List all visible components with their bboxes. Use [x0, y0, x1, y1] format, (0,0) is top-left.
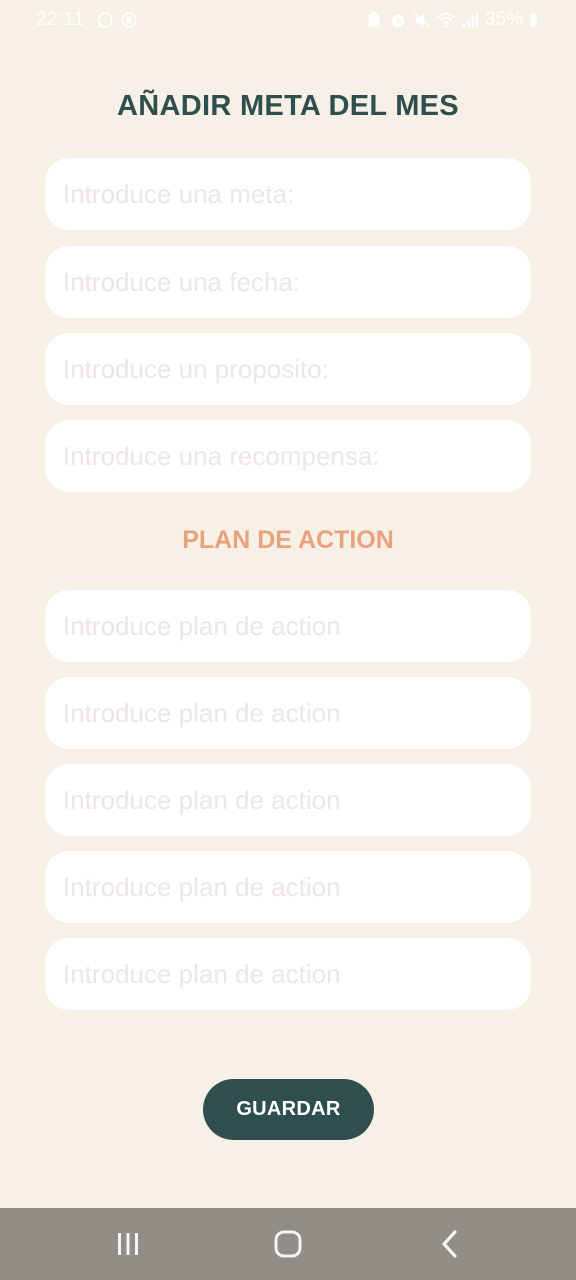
- back-icon: [442, 1230, 457, 1258]
- status-left-icons: [96, 11, 138, 29]
- plan-section-title: PLAN DE ACTION: [182, 526, 394, 554]
- signal-icon: [462, 12, 479, 28]
- navigation-bar: [0, 1208, 576, 1280]
- plan-input-2[interactable]: [45, 677, 531, 749]
- page-title: AÑADIR META DEL MES: [117, 90, 459, 122]
- recent-apps-icon: [118, 1233, 138, 1255]
- plan-input-5[interactable]: [45, 938, 531, 1010]
- status-bar: 22:11 35%: [0, 0, 576, 44]
- status-time: 22:11: [36, 9, 85, 30]
- wifi-icon: [437, 12, 455, 28]
- status-right: 35%: [365, 9, 538, 31]
- clipboard-icon: [368, 11, 380, 28]
- battery-percent: 35%: [484, 9, 523, 30]
- date-input[interactable]: [45, 246, 531, 318]
- purpose-input[interactable]: [45, 333, 531, 405]
- record-icon: [121, 12, 137, 28]
- mute-icon: [414, 12, 430, 28]
- recent-apps-button[interactable]: [108, 1224, 148, 1264]
- save-button[interactable]: GUARDAR: [203, 1079, 374, 1140]
- home-icon: [274, 1230, 302, 1258]
- alarm-icon: [391, 14, 405, 28]
- whatsapp-icon: [97, 12, 113, 28]
- plan-input-3[interactable]: [45, 764, 531, 836]
- home-button[interactable]: [268, 1224, 308, 1264]
- back-button[interactable]: [430, 1224, 470, 1264]
- plan-input-1[interactable]: [45, 590, 531, 662]
- battery-icon: [530, 12, 537, 28]
- reward-input[interactable]: [45, 420, 531, 492]
- goal-input[interactable]: [45, 158, 531, 230]
- plan-input-4[interactable]: [45, 851, 531, 923]
